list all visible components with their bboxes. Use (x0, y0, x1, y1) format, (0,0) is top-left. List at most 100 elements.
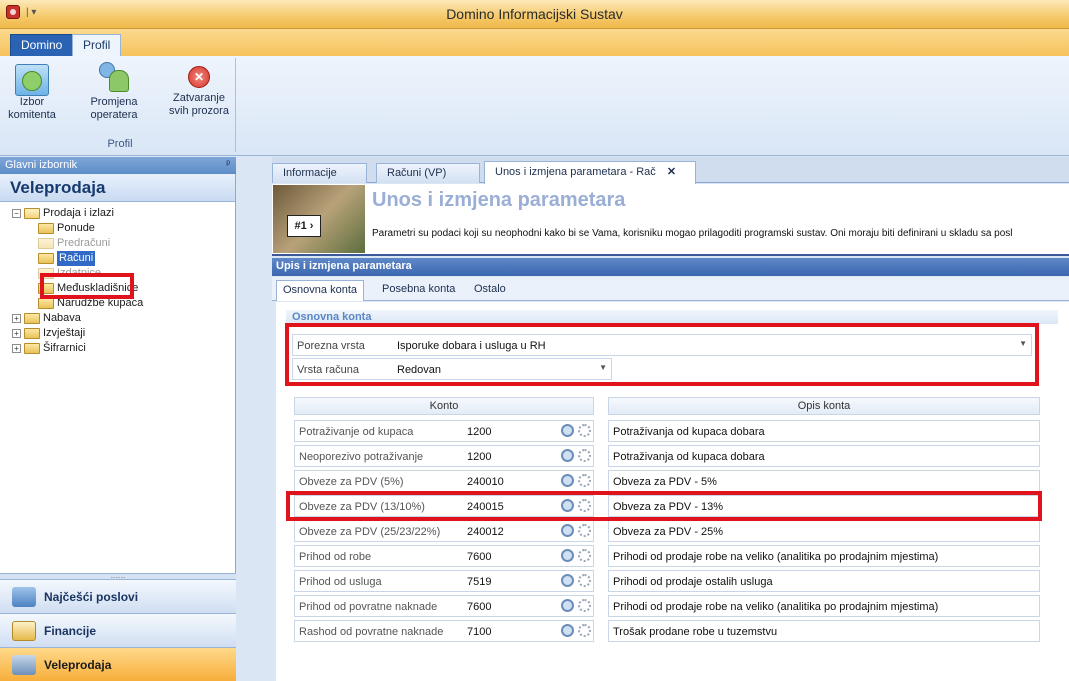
konto-row: Rashod od povratne naknade 7100 Trošak pro… (294, 620, 1040, 642)
doc-tab-unos-parametara[interactable]: Unos i izmjena parametara - Rač ✕ (484, 161, 696, 184)
doc-tab-racuni-vp[interactable]: Računi (VP) (376, 163, 480, 183)
tab-ostalo[interactable]: Ostalo (468, 280, 512, 301)
konto-row: Obveze za PDV (5%) 240010 Obveza za PDV - … (294, 470, 1040, 492)
zatvaranje-svih-prozora-button[interactable]: ✕ Zatvaranje svih prozora (164, 60, 234, 118)
folder-icon (38, 238, 54, 249)
tree-node-prodaja[interactable]: − Prodaja i izlazi (12, 206, 235, 221)
search-icon[interactable] (561, 449, 574, 462)
opis-konta-value: Trošak prodane robe u tuzemstvu (613, 626, 778, 638)
konto-actions (561, 624, 591, 637)
tab-osnovna-konta[interactable]: Osnovna konta (276, 280, 364, 301)
opis-konta-field[interactable]: Trošak prodane robe u tuzemstvu (608, 620, 1040, 642)
konto-field[interactable]: Obveze za PDV (25/23/22%) 240012 (294, 520, 594, 542)
folder-icon (24, 313, 40, 324)
search-icon[interactable] (561, 624, 574, 637)
izbor-komitenta-button[interactable]: Izbor komitenta (4, 60, 60, 122)
opis-konta-field[interactable]: Prihodi od prodaje ostalih usluga (608, 570, 1040, 592)
konto-field[interactable]: Rashod od povratne naknade 7100 (294, 620, 594, 642)
promjena-operatera-button[interactable]: Promjena operatera (84, 60, 144, 122)
search-icon[interactable] (561, 574, 574, 587)
folder-icon (38, 298, 54, 309)
section-title: Veleprodaja (0, 174, 235, 202)
gear-icon[interactable] (578, 449, 591, 462)
ribbon-tab-profil[interactable]: Profil (72, 34, 122, 57)
opis-konta-field[interactable]: Obveza za PDV - 5% (608, 470, 1040, 492)
gear-icon[interactable] (578, 424, 591, 437)
nav-label: Financije (44, 623, 97, 638)
warehouse-icon (12, 654, 36, 675)
client-folder-icon (15, 64, 49, 96)
konto-actions (561, 524, 591, 537)
doc-tab-informacije[interactable]: Informacije (272, 163, 367, 183)
tree-item-racuni[interactable]: Računi (12, 251, 235, 266)
ledger-icon (12, 620, 36, 641)
ribbon-tab-domino[interactable]: Domino (10, 34, 74, 56)
konto-actions (561, 574, 591, 587)
nav-label: Veleprodaja (44, 657, 112, 672)
tab-posebna-konta[interactable]: Posebna konta (376, 280, 461, 301)
tree-node-sifrarnici[interactable]: + Šifrarnici (12, 341, 235, 356)
zatvaranje-label-2: svih prozora (169, 105, 229, 117)
search-icon[interactable] (561, 424, 574, 437)
document-tab-bar: Informacije Računi (VP) Unos i izmjena p… (272, 157, 1069, 184)
konto-field[interactable]: Obveze za PDV (5%) 240010 (294, 470, 594, 492)
search-icon[interactable] (561, 549, 574, 562)
search-icon[interactable] (561, 599, 574, 612)
nav-financije[interactable]: Financije (0, 613, 236, 647)
column-header-konto: Konto (294, 397, 594, 415)
opis-konta-field[interactable]: Prihodi od prodaje robe na veliko (anali… (608, 545, 1040, 567)
izbor-komitenta-label-2: komitenta (8, 109, 56, 121)
users-icon (97, 60, 131, 92)
tree-item-ponude[interactable]: Ponude (12, 221, 235, 236)
konto-field[interactable]: Prihod od povratne naknade 7600 (294, 595, 594, 617)
opis-konta-field[interactable]: Potraživanja od kupaca dobara (608, 445, 1040, 467)
konto-value: 240012 (467, 526, 504, 538)
opis-konta-field[interactable]: Potraživanja od kupaca dobara (608, 420, 1040, 442)
opis-konta-field[interactable]: Prihodi od prodaje robe na veliko (anali… (608, 595, 1040, 617)
nav-veleprodaja[interactable]: Veleprodaja (0, 647, 236, 681)
tree-item-predracuni[interactable]: Predračuni (12, 236, 235, 251)
promjena-operatera-label-2: operatera (90, 109, 138, 121)
parameter-tab-bar: Osnovna konta Posebna konta Ostalo (272, 277, 1069, 301)
parameters-content: Osnovna konta Porezna vrsta Isporuke dob… (276, 302, 1069, 681)
nav-najcesci-poslovi[interactable]: Najčešći poslovi (0, 579, 236, 613)
gear-icon[interactable] (578, 549, 591, 562)
izbor-komitenta-label-1: Izbor (19, 96, 45, 108)
tree-label: Šifrarnici (43, 342, 86, 354)
konto-field[interactable]: Neoporezivo potraživanje 1200 (294, 445, 594, 467)
search-icon[interactable] (561, 474, 574, 487)
collapse-icon[interactable]: − (12, 209, 21, 218)
ribbon-group-profil: Izbor komitenta Promjena operatera ✕ Zat… (4, 58, 236, 152)
opis-konta-field[interactable]: Obveza za PDV - 25% (608, 520, 1040, 542)
expand-icon[interactable]: + (12, 329, 21, 338)
section-bar: Upis i izmjena parametara (272, 258, 1069, 276)
gear-icon[interactable] (578, 574, 591, 587)
konto-label: Prihod od povratne naknade (299, 601, 438, 613)
konto-field[interactable]: Potraživanje od kupaca 1200 (294, 420, 594, 442)
konto-value: 1200 (467, 426, 492, 438)
tree-node-nabava[interactable]: + Nabava (12, 311, 235, 326)
tree-node-izvjestaji[interactable]: + Izvještaji (12, 326, 235, 341)
left-navigation-panel: Veleprodaja − Prodaja i izlazi Ponude Pr… (0, 174, 236, 681)
title-bar: | ▾ Domino Informacijski Sustav (0, 0, 1069, 29)
gear-icon[interactable] (578, 524, 591, 537)
gear-icon[interactable] (578, 474, 591, 487)
konto-value: 240010 (467, 476, 504, 488)
expand-icon[interactable]: + (12, 314, 21, 323)
gear-icon[interactable] (578, 599, 591, 612)
folder-icon (24, 343, 40, 354)
konto-row: Prihod od robe 7600 Prihodi od prodaje rob… (294, 545, 1040, 567)
ribbon: Izbor komitenta Promjena operatera ✕ Zat… (0, 56, 1069, 156)
konto-label: Obveze za PDV (25/23/22%) (299, 526, 441, 538)
gear-icon[interactable] (578, 624, 591, 637)
pin-icon[interactable]: ᵖ (226, 159, 230, 170)
folder-icon (24, 328, 40, 339)
konto-label: Prihod od robe (299, 551, 372, 563)
close-tab-icon[interactable]: ✕ (667, 166, 676, 178)
konto-field[interactable]: Prihod od usluga 7519 (294, 570, 594, 592)
expand-icon[interactable]: + (12, 344, 21, 353)
opis-konta-value: Obveza za PDV - 5% (613, 476, 717, 488)
konto-field[interactable]: Prihod od robe 7600 (294, 545, 594, 567)
konto-label: Potraživanje od kupaca (299, 426, 414, 438)
search-icon[interactable] (561, 524, 574, 537)
